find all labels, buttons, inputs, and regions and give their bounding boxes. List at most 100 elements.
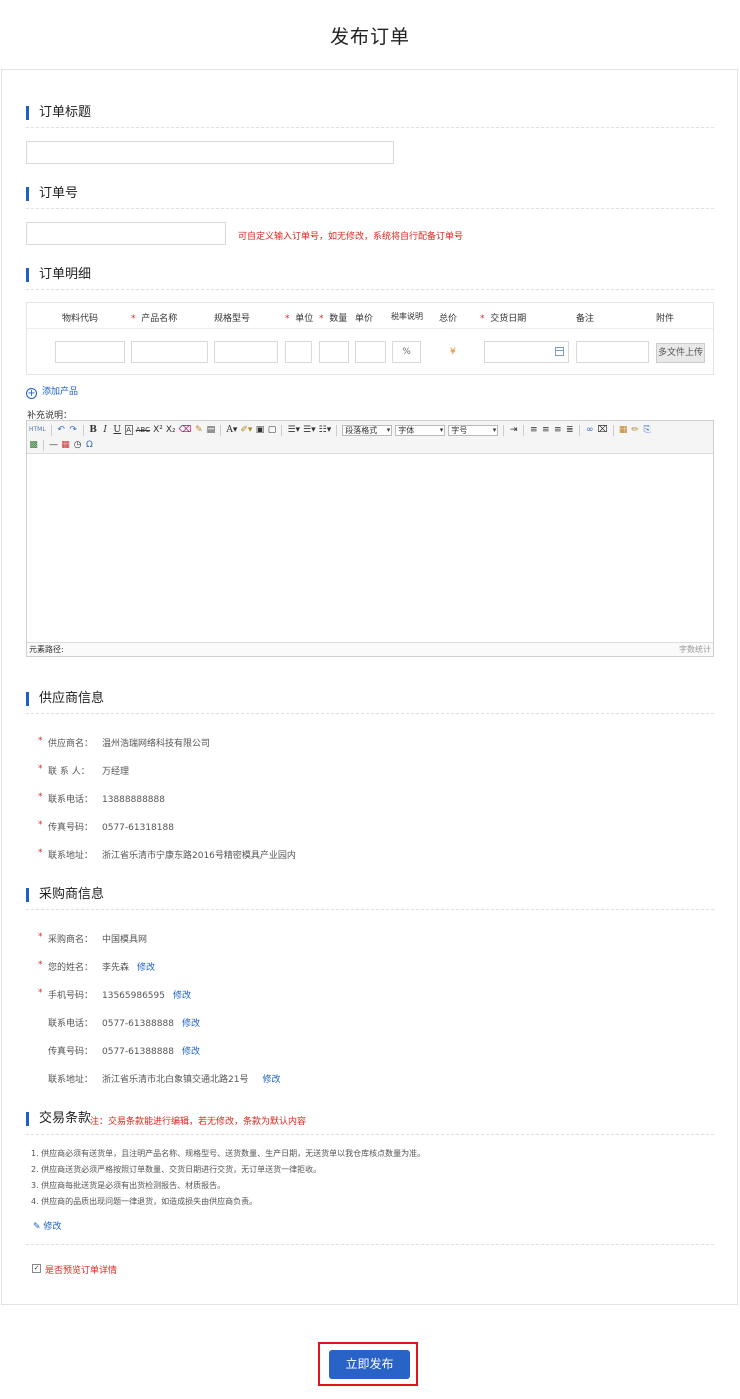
attachment-icon[interactable]: ⎘ bbox=[643, 424, 652, 436]
plus-circle-icon: + bbox=[26, 388, 37, 399]
font-size-select[interactable]: 字号 bbox=[448, 424, 499, 436]
border-text-icon[interactable]: A bbox=[124, 425, 133, 435]
terms-list: 1. 供应商必须有送货单，且注明产品名称、规格型号、送货数量、生产日期，无送货单… bbox=[31, 1146, 425, 1210]
material-code-input[interactable] bbox=[55, 341, 125, 363]
align-justify-icon[interactable]: ≣ bbox=[565, 424, 574, 436]
indent-icon[interactable]: ⇥ bbox=[509, 424, 518, 436]
divider bbox=[26, 1244, 714, 1245]
image-icon[interactable]: ▦ bbox=[619, 424, 628, 436]
required-star: * bbox=[38, 932, 43, 942]
scrawl-icon[interactable]: ✏ bbox=[631, 424, 640, 436]
highlight-icon[interactable]: ✐▾ bbox=[240, 424, 252, 436]
spec-input[interactable] bbox=[214, 341, 278, 363]
col-tax: 税率说明 bbox=[391, 312, 423, 321]
col-product-name: * 产品名称 bbox=[131, 314, 178, 324]
col-remark: 备注 bbox=[576, 314, 595, 324]
total-price: ¥ bbox=[450, 347, 456, 357]
order-no-hint: 可自定义输入订单号，如无修改，系统将自行配备订单号 bbox=[238, 232, 464, 242]
eraser-icon[interactable]: ⌫ bbox=[179, 424, 192, 436]
select-all-icon[interactable]: ▣ bbox=[255, 424, 265, 436]
qty-input[interactable] bbox=[319, 341, 349, 363]
list-item: 1. 供应商必须有送货单，且注明产品名称、规格型号、送货数量、生产日期，无送货单… bbox=[31, 1149, 426, 1158]
row-spacing-top-icon[interactable]: ☰▾ bbox=[287, 424, 300, 436]
underline-icon[interactable]: U bbox=[113, 424, 122, 436]
italic-icon[interactable]: I bbox=[101, 424, 110, 436]
required-star: * bbox=[38, 820, 43, 830]
supplier-heading: 供应商信息 bbox=[26, 692, 104, 706]
preview-checkbox[interactable]: ✓ bbox=[32, 1264, 41, 1273]
link-icon[interactable]: ∞ bbox=[585, 424, 594, 436]
tax-rate-input[interactable]: % bbox=[392, 341, 421, 363]
font-color-icon[interactable]: A▾ bbox=[226, 424, 237, 436]
required-star: * bbox=[285, 314, 290, 324]
buyer-mobile-row: 手机号码： 13565986595 修改 bbox=[48, 991, 192, 1001]
unlink-icon[interactable]: ⌧ bbox=[597, 424, 607, 436]
divider bbox=[26, 909, 714, 910]
superscript-icon[interactable]: X² bbox=[153, 424, 163, 436]
supplier-phone-row: 联系电话： 13888888888 bbox=[48, 795, 165, 805]
unit-input[interactable] bbox=[285, 341, 312, 363]
terms-heading: 交易条款 bbox=[26, 1112, 91, 1126]
buyer-person-row: 您的姓名： 李先森 修改 bbox=[48, 963, 156, 973]
order-no-input[interactable] bbox=[26, 222, 226, 245]
edit-phone-link[interactable]: 修改 bbox=[182, 1019, 200, 1029]
edit-mobile-link[interactable]: 修改 bbox=[173, 991, 191, 1001]
row-spacing-bottom-icon[interactable]: ☰▾ bbox=[303, 424, 316, 436]
calendar-icon[interactable] bbox=[555, 347, 564, 356]
col-spec: 规格型号 bbox=[214, 314, 251, 324]
col-attachment: 附件 bbox=[656, 314, 675, 324]
supplier-fax-row: 传真号码： 0577-61318188 bbox=[48, 823, 174, 833]
col-delivery-date: * 交货日期 bbox=[480, 314, 527, 324]
required-star: * bbox=[131, 314, 136, 324]
format-brush-icon[interactable]: ✎ bbox=[194, 424, 203, 436]
date-icon[interactable]: ▦ bbox=[61, 439, 70, 451]
divider bbox=[26, 713, 714, 714]
paragraph-format-select[interactable]: 段落格式 bbox=[342, 424, 393, 436]
required-star: * bbox=[38, 960, 43, 970]
align-center-icon[interactable]: ≡ bbox=[541, 424, 550, 436]
paste-text-icon[interactable]: ▤ bbox=[206, 424, 216, 436]
redo-icon[interactable]: ↷ bbox=[69, 424, 78, 436]
strikethrough-icon[interactable]: ABC bbox=[136, 424, 150, 436]
order-detail-heading: 订单明细 bbox=[26, 268, 91, 282]
edit-fax-link[interactable]: 修改 bbox=[182, 1047, 200, 1057]
buyer-phone-row: 联系电话： 0577-61388888 修改 bbox=[48, 1019, 200, 1029]
divider bbox=[26, 127, 714, 128]
product-name-input[interactable] bbox=[131, 341, 208, 363]
editor-content-area[interactable] bbox=[27, 455, 713, 642]
horizontal-rule-icon[interactable]: — bbox=[49, 439, 58, 451]
edit-name-link[interactable]: 修改 bbox=[137, 963, 155, 973]
align-right-icon[interactable]: ≡ bbox=[553, 424, 562, 436]
bold-icon[interactable]: B bbox=[89, 424, 98, 436]
line-height-icon[interactable]: ☷▾ bbox=[319, 424, 332, 436]
font-family-select[interactable]: 字体 bbox=[395, 424, 446, 436]
add-product-link[interactable]: + 添加产品 bbox=[26, 384, 78, 399]
required-star: * bbox=[38, 764, 43, 774]
page-title: 发布订单 bbox=[329, 26, 410, 48]
time-icon[interactable]: ◷ bbox=[73, 439, 82, 451]
multi-upload-button[interactable]: 多文件上传 bbox=[656, 343, 705, 363]
insert-image-icon[interactable]: ▩ bbox=[29, 439, 38, 451]
col-unit: * 单位 bbox=[285, 314, 314, 324]
required-star: * bbox=[38, 848, 43, 858]
undo-icon[interactable]: ↶ bbox=[57, 424, 66, 436]
price-input[interactable] bbox=[355, 341, 386, 363]
required-star: * bbox=[38, 988, 43, 998]
remark-input[interactable] bbox=[576, 341, 649, 363]
divider bbox=[26, 1134, 714, 1135]
order-title-input[interactable] bbox=[26, 141, 394, 164]
clear-doc-icon[interactable]: ▢ bbox=[267, 424, 277, 436]
preview-label[interactable]: 是否预览订单详情 bbox=[45, 1263, 117, 1276]
publish-button[interactable]: 立即发布 bbox=[329, 1350, 410, 1379]
special-char-icon[interactable]: Ω bbox=[85, 439, 94, 451]
element-path-label: 元素路径: bbox=[29, 645, 64, 654]
edit-address-link[interactable]: 修改 bbox=[262, 1075, 280, 1085]
edit-terms-link[interactable]: ✎ 修改 bbox=[33, 1219, 61, 1232]
delivery-date-input[interactable] bbox=[484, 341, 569, 363]
subscript-icon[interactable]: X₂ bbox=[166, 424, 176, 436]
pencil-icon: ✎ bbox=[33, 1222, 41, 1232]
supplier-contact-row: 联 系 人： 万经理 bbox=[48, 767, 130, 777]
col-total: 总价 bbox=[439, 314, 458, 324]
align-left-icon[interactable]: ≡ bbox=[529, 424, 538, 436]
html-source-button[interactable]: HTML bbox=[29, 424, 46, 436]
